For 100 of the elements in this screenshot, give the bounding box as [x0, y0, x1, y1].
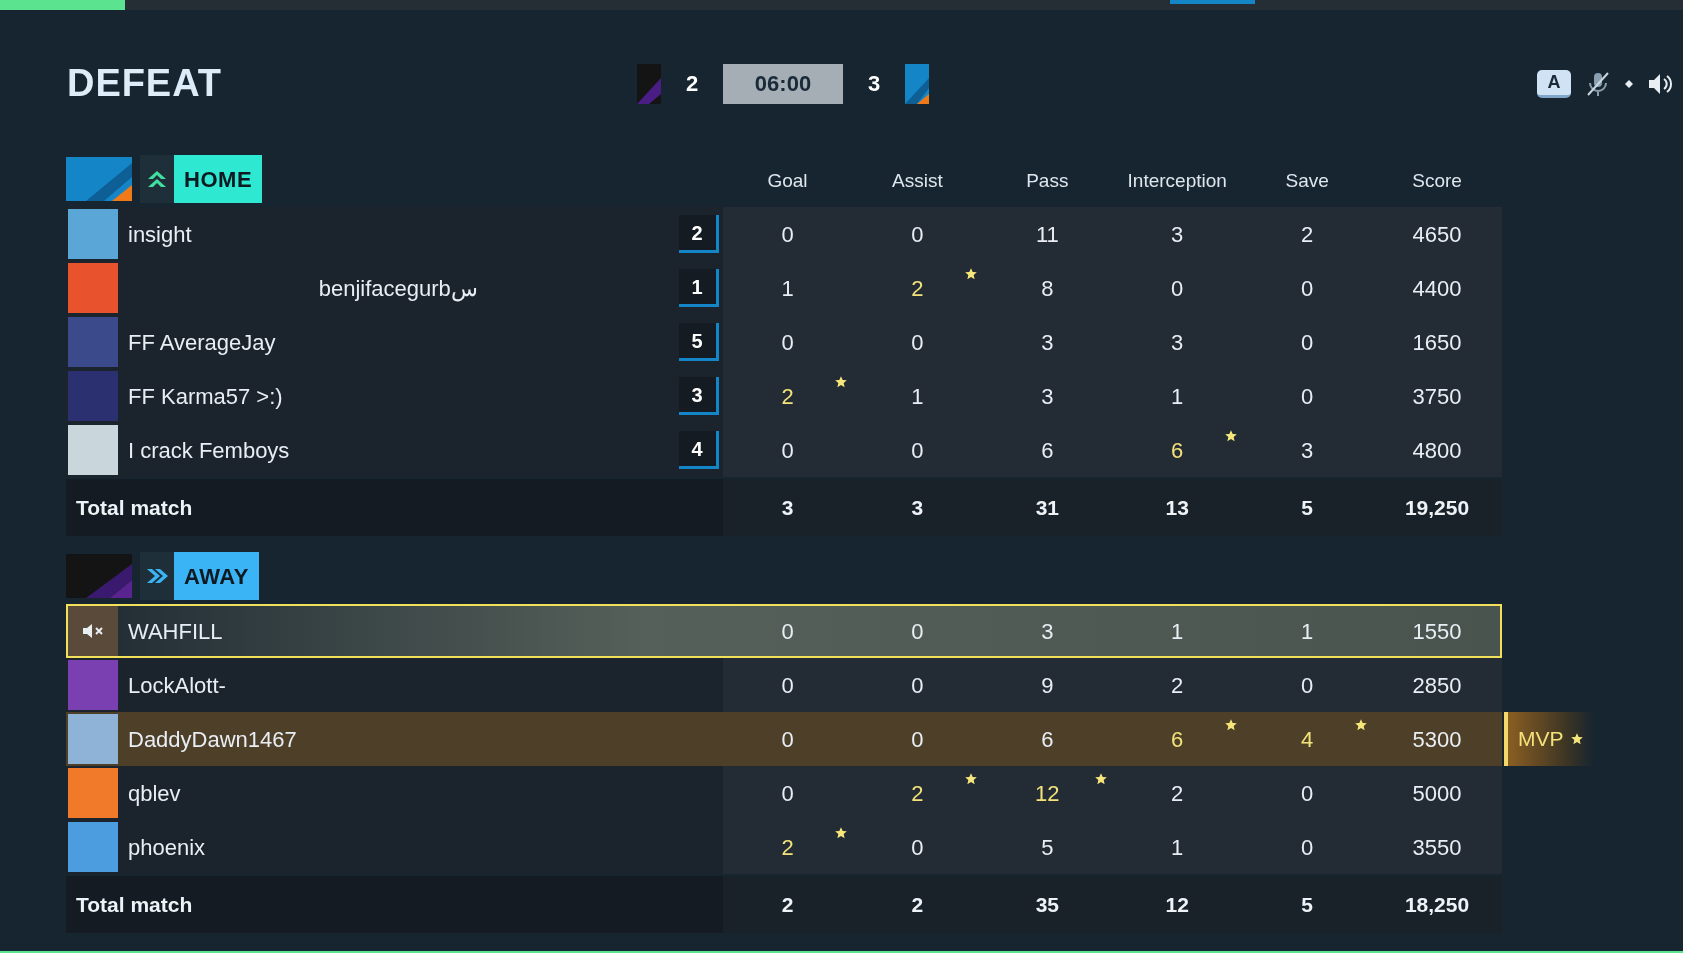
total-value: 3 [911, 494, 924, 521]
stat-value: 0 [911, 671, 924, 700]
star-icon [964, 267, 979, 281]
stat-value: 4400 [1412, 274, 1462, 303]
player-name: WAHFILL [128, 617, 223, 646]
total-label: Total match [76, 891, 193, 918]
stat-value: 3 [1041, 382, 1054, 411]
chevron-up-icon [146, 169, 168, 189]
stat-value: 2 [1301, 220, 1314, 249]
player-name: insight [128, 220, 192, 249]
stat-value: 3 [1171, 220, 1184, 249]
stat-value: 9 [1041, 671, 1054, 700]
stat-value: 6 [1041, 436, 1054, 465]
stat-value: 8 [1041, 274, 1054, 303]
mvp-label: MVP [1518, 726, 1564, 753]
total-value: 5 [1301, 891, 1313, 918]
stat-value: 6 [1171, 725, 1184, 754]
stat-value: 0 [911, 725, 924, 754]
star-icon [1224, 718, 1239, 732]
column-header: Pass [1026, 168, 1069, 193]
stat-value: 2 [911, 274, 924, 303]
party-badge: 3 [678, 377, 719, 415]
stat-value: 1 [1301, 617, 1314, 646]
total-value: 5 [1301, 494, 1313, 521]
stat-value: 0 [781, 436, 794, 465]
stat-value: 0 [1301, 779, 1314, 808]
total-value: 3 [781, 494, 794, 521]
player-name: benjifacegurbس [318, 274, 478, 304]
team-logo-icon [66, 157, 132, 201]
party-badge: 2 [678, 215, 719, 253]
right-score: 3 [866, 70, 882, 98]
star-icon [1569, 732, 1584, 746]
total-value: 13 [1165, 494, 1189, 521]
total-value: 12 [1165, 891, 1189, 918]
total-value: 35 [1035, 891, 1059, 918]
stat-value: 0 [911, 436, 924, 465]
stat-value: 4800 [1412, 436, 1462, 465]
player-name: I crack Femboys [128, 436, 290, 465]
stat-value: 5000 [1412, 779, 1462, 808]
total-label: Total match [76, 494, 193, 521]
team-label: AWAY [174, 552, 259, 600]
star-icon [834, 375, 849, 389]
stat-value: 12 [1035, 779, 1060, 808]
player-name: qblev [128, 779, 181, 808]
column-header: Interception [1127, 168, 1227, 193]
stat-value: 0 [781, 725, 794, 754]
total-value: 2 [781, 891, 794, 918]
stat-value: 0 [781, 328, 794, 357]
stat-value: 2 [1171, 779, 1184, 808]
stat-value: 5 [1041, 833, 1054, 862]
stat-value: 0 [911, 833, 924, 862]
team-logo-icon [905, 63, 929, 104]
total-value: 18,250 [1404, 891, 1470, 918]
stat-value: 0 [1301, 274, 1314, 303]
star-icon [964, 772, 979, 786]
stat-value: 0 [911, 617, 924, 646]
party-badge: 5 [678, 323, 719, 361]
stat-value: 6 [1171, 436, 1184, 465]
stat-value: 4 [1301, 725, 1314, 754]
stat-value: 0 [911, 328, 924, 357]
player-name: DaddyDawn1467 [128, 725, 297, 754]
column-header: Score [1412, 168, 1462, 193]
total-value: 19,250 [1404, 494, 1470, 521]
stat-value: 0 [1301, 382, 1314, 411]
stat-value: 3550 [1412, 833, 1462, 862]
stat-value: 2 [781, 382, 794, 411]
keycap: A [1537, 69, 1571, 98]
star-icon [1354, 718, 1369, 732]
stat-value: 3 [1041, 617, 1054, 646]
player-name: FF Karma57 >:) [128, 382, 283, 411]
stat-value: 3 [1041, 328, 1054, 357]
stat-value: 1 [911, 382, 924, 411]
stat-value: 0 [1171, 274, 1184, 303]
stat-value: 3750 [1412, 382, 1462, 411]
total-value: 31 [1035, 494, 1059, 521]
party-badge: 4 [678, 431, 719, 469]
stat-value: 1 [1171, 833, 1184, 862]
stat-value: 0 [1301, 833, 1314, 862]
stat-value: 11 [1035, 220, 1059, 249]
stat-value: 2 [911, 779, 924, 808]
stat-value: 0 [1301, 328, 1314, 357]
star-icon [834, 826, 849, 840]
stat-value: 0 [781, 779, 794, 808]
stat-value: 0 [781, 617, 794, 646]
stat-value: 5300 [1412, 725, 1462, 754]
double-arrow-icon [145, 566, 169, 586]
total-value: 2 [911, 891, 924, 918]
stat-value: 0 [781, 671, 794, 700]
left-score: 2 [684, 70, 700, 98]
stat-value: 1 [1171, 617, 1184, 646]
column-header: Goal [767, 168, 808, 193]
team-logo-icon [66, 554, 132, 598]
star-icon [1224, 429, 1239, 443]
stat-value: 2850 [1412, 671, 1462, 700]
column-header: Assist [892, 168, 943, 193]
team-label: HOME [174, 155, 263, 203]
match-timer: 06:00 [723, 63, 843, 104]
stat-value: 2 [781, 833, 794, 862]
stat-value: 1 [781, 274, 794, 303]
team-logo-icon [637, 63, 661, 104]
